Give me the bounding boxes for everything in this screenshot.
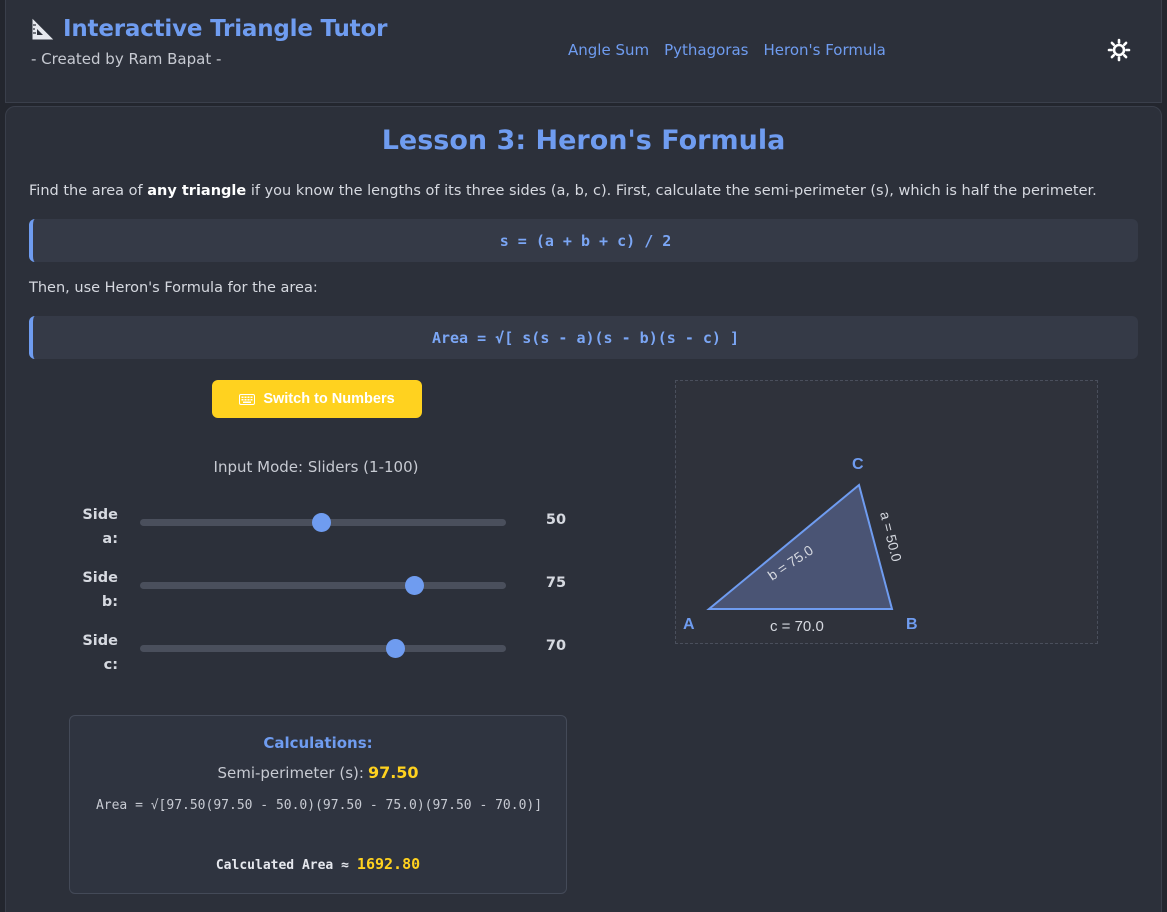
nav-link-herons-formula[interactable]: Heron's Formula: [763, 41, 885, 59]
triangle-diagram: A B C c = 70.0 b = 75.0 a = 50.0: [683, 456, 918, 635]
intro-text-end: if you know the lengths of its three sid…: [246, 183, 1097, 199]
slider-label-c: Side c:: [82, 633, 118, 673]
side-label-c: c = 70.0: [770, 618, 824, 635]
slider-row-c: Side c: 70: [76, 629, 576, 679]
vertex-label-a: A: [683, 616, 695, 633]
sun-icon[interactable]: [1107, 38, 1131, 62]
heron-area-formula: Area = √[ s(s - a)(s - b)(s - c) ]: [29, 316, 1138, 359]
lesson-intro: Find the area of any triangle if you kno…: [29, 183, 1139, 199]
calculated-area-line: Calculated Area ≈ 1692.80: [70, 855, 566, 873]
slider-row-b: Side b: 75: [76, 566, 576, 616]
then-text: Then, use Heron's Formula for the area:: [29, 280, 318, 296]
nav-link-pythagoras[interactable]: Pythagoras: [664, 41, 748, 59]
app-header: Interactive Triangle Tutor - Created by …: [5, 0, 1162, 103]
app-title: Interactive Triangle Tutor: [63, 16, 388, 42]
input-mode-label: Input Mode: Sliders (1-100): [213, 458, 419, 476]
semi-perimeter-label: Semi-perimeter (s):: [217, 764, 364, 782]
app-subtitle: - Created by Ram Bapat -: [31, 50, 222, 68]
semi-perimeter-line: Semi-perimeter (s): 97.50: [70, 763, 566, 782]
slider-value-b: 75: [545, 575, 567, 591]
semi-perimeter-formula: s = (a + b + c) / 2: [29, 219, 1138, 262]
semi-perimeter-value: 97.50: [367, 763, 419, 782]
slider-value-c: 70: [545, 638, 567, 654]
slider-thumb-a[interactable]: [312, 513, 332, 532]
slider-thumb-c[interactable]: [386, 639, 406, 658]
lesson-card: Lesson 3: Heron's Formula Find the area …: [5, 106, 1162, 912]
slider-thumb-b[interactable]: [404, 576, 424, 595]
nav-link-angle-sum[interactable]: Angle Sum: [568, 41, 649, 59]
intro-text-start: Find the area of: [29, 183, 148, 199]
lesson-nav: Angle Sum Pythagoras Heron's Formula: [568, 41, 886, 59]
app-title-row: Interactive Triangle Tutor: [31, 16, 387, 42]
area-expression: Area = √[97.50(97.50 - 50.0)(97.50 - 75.…: [95, 798, 543, 813]
triangle-canvas: A B C c = 70.0 b = 75.0 a = 50.0: [675, 380, 1098, 644]
slider-a[interactable]: [140, 513, 506, 532]
vertex-label-c: C: [852, 456, 864, 473]
slider-row-a: Side a: 50: [76, 503, 576, 553]
slider-label-b: Side b:: [82, 570, 118, 610]
keyboard-icon: [239, 393, 256, 405]
brand: Interactive Triangle Tutor - Created by …: [31, 16, 387, 68]
lesson-title: Lesson 3: Heron's Formula: [381, 125, 786, 156]
switch-button-label: Switch to Numbers: [263, 391, 395, 407]
calculations-panel: Calculations: Semi-perimeter (s): 97.50 A…: [69, 715, 567, 894]
intro-text-bold: any triangle: [147, 183, 247, 199]
side-label-a: a = 50.0: [877, 510, 905, 564]
calculated-area-value: 1692.80: [356, 855, 421, 873]
vertex-label-b: B: [906, 616, 918, 633]
calculated-area-label: Calculated Area ≈: [215, 858, 349, 873]
calculations-title: Calculations:: [263, 734, 373, 752]
slider-value-a: 50: [545, 512, 567, 528]
slider-b[interactable]: [140, 576, 506, 595]
slider-c[interactable]: [140, 639, 506, 658]
switch-to-numbers-button[interactable]: Switch to Numbers: [212, 380, 422, 418]
triangle-ruler-icon: [32, 18, 54, 40]
slider-label-a: Side a:: [82, 507, 118, 547]
